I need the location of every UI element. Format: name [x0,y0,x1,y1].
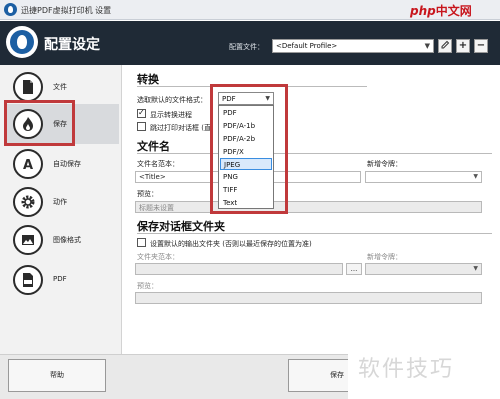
filename-preview-label: 预览： [137,190,158,198]
header: 配置设定 配置文件： <Default Profile> ▼ + − [0,21,500,65]
title-bar: 迅捷PDF虚拟打印机 设置 php中文网 [0,0,500,20]
chevron-down-icon: ▼ [473,265,478,272]
folder-preview-label: 预览： [137,282,158,290]
chevron-down-icon: ▼ [473,173,478,180]
svg-text:A: A [23,158,33,172]
dropdown-highlight-box [210,84,288,214]
filename-heading: 文件名 [137,140,170,153]
format-label: 选取默认的文件格式： [137,96,207,104]
chevron-down-icon: ▼ [424,42,430,50]
divider [137,153,492,154]
page-title: 配置设定 [44,37,100,53]
pdf-icon [13,265,43,295]
corner-watermark: 软件技巧 [348,339,500,399]
document-icon [13,72,43,102]
filename-add-token-label: 新增令牌： [367,160,402,168]
skip-print-checkbox[interactable] [137,122,146,131]
gear-icon [13,187,43,217]
show-progress-label: 显示转换进程 [150,111,192,119]
default-folder-label: 设置默认的输出文件夹 (否则以最近保存的位置为准) [150,240,312,248]
image-icon [13,225,43,255]
sidebar-item-label: 图像格式 [53,236,81,244]
help-button[interactable]: 帮助 [8,359,106,392]
default-folder-checkbox[interactable] [137,238,146,247]
filename-token-select[interactable]: ▼ [365,171,482,183]
folder-token-select[interactable]: ▼ [365,263,482,275]
show-progress-checkbox[interactable] [137,108,146,118]
filename-template-label: 文件名范本： [137,160,179,168]
skip-print-label: 跳过打印对话框 (直 [150,124,211,132]
profile-value: <Default Profile> [276,42,338,50]
convert-heading: 转换 [137,73,159,86]
window-title: 迅捷PDF虚拟打印机 设置 [21,6,112,15]
remove-profile-button[interactable]: − [474,39,488,53]
save-folder-heading: 保存对话框文件夹 [137,220,225,233]
pencil-icon [441,40,450,49]
auto-save-icon: A [13,149,43,179]
watermark-part1: php [410,4,436,18]
site-watermark: php中文网 [410,2,496,18]
sidebar-item-label: PDF [53,275,67,283]
minus-icon: − [476,40,486,51]
folder-template-label: 文件夹范本： [137,253,179,261]
profile-select[interactable]: <Default Profile> ▼ [272,39,434,53]
browse-folder-button[interactable]: ... [346,263,362,275]
plus-icon: + [458,40,468,51]
sidebar-item-autosave[interactable]: A 自动保存 [7,147,119,181]
sidebar-item-pdf[interactable]: PDF [7,263,119,297]
watermark-part2: 中文网 [435,4,472,18]
corner-watermark-text: 软件技巧 [358,357,455,382]
folder-preview-field [135,292,482,304]
sidebar-item-label: 自动保存 [53,160,81,168]
sidebar-item-actions[interactable]: 动作 [7,185,119,219]
add-profile-button[interactable]: + [456,39,470,53]
folder-template-input[interactable] [135,263,343,275]
sidebar-highlight-box [4,100,75,146]
sidebar-item-image-format[interactable]: 图像格式 [7,223,119,257]
profile-label: 配置文件： [229,43,264,51]
app-icon [4,3,17,16]
sidebar-item-label: 动作 [53,198,67,206]
folder-add-token-label: 新增令牌： [367,253,402,261]
app-logo [6,26,38,58]
sidebar-item-label: 文件 [53,83,67,91]
divider [137,233,492,234]
sidebar-item-file[interactable]: 文件 [7,70,119,104]
edit-profile-button[interactable] [438,39,452,53]
filename-preview-field: 标题未设置 [135,201,482,213]
